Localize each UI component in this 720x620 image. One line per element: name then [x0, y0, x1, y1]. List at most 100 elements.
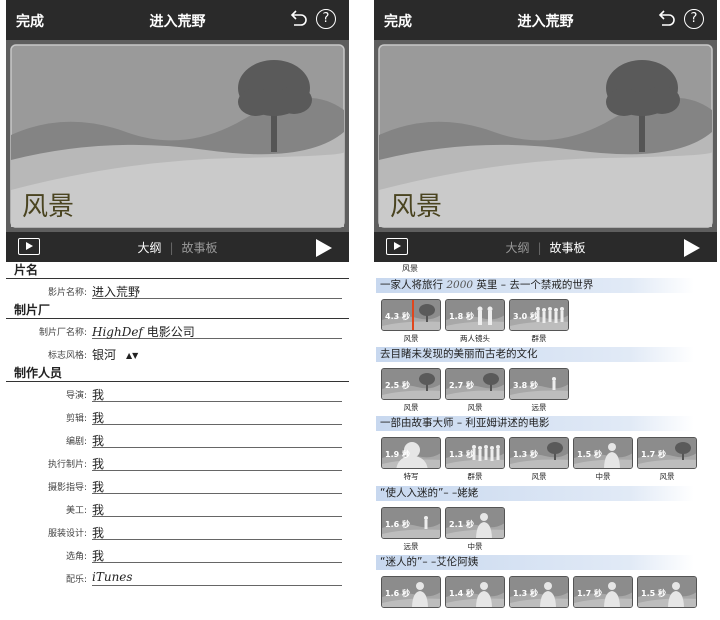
movie-name-field[interactable]: 进入荒野 — [92, 283, 342, 299]
form-row-movie-name: 影片名称: 进入荒野 — [6, 279, 349, 302]
clip-duration: 1.8 秒 — [449, 312, 474, 321]
banner-text: 去目睹未发现的美丽而古老的文化 — [380, 348, 538, 360]
logo-style-select[interactable]: 银河 ▲▼ — [92, 346, 152, 362]
banner-text: 一家人将旅行 — [380, 279, 447, 291]
preview-title: 风景 — [22, 192, 75, 222]
credit-value-field[interactable]: iTunes — [92, 570, 342, 586]
clip-thumbnail[interactable]: 1.6 秒 — [381, 507, 441, 539]
credit-label: 配乐: — [65, 575, 87, 585]
credit-value-field[interactable]: 我 — [92, 386, 342, 402]
clip-thumbnail[interactable]: 1.6 秒 — [381, 576, 441, 608]
storyboard: 风景 一家人将旅行 2000 英里 – 去一个禁戒的世界 4.3 秒风景 1.8 秒… — [374, 262, 717, 620]
project-settings-panel: 完成 进入荒野 ? 风景 大纲 | 故事板 片名 影片名称: 进入荒野 制片厂 … — [6, 0, 349, 620]
clip-duration: 2.5 秒 — [385, 381, 410, 390]
storyboard-title-banner[interactable]: 一家人将旅行 2000 英里 – 去一个禁戒的世界 — [376, 278, 694, 293]
view-control-bar: 大纲 | 故事板 — [374, 232, 717, 262]
clip-caption: 特写 — [403, 472, 419, 481]
storyboard-title-banner[interactable]: “迷人的”– –艾伦阿姨 — [376, 555, 694, 570]
studio-label: 制片厂名称: — [38, 328, 87, 338]
clip-caption: 风景 — [467, 403, 483, 412]
help-icon[interactable]: ? — [684, 9, 704, 29]
storyboard-panel: 完成 进入荒野 ? 风景 大纲|故事板 风景 一家人将旅行 2000 英里 — [374, 0, 717, 620]
clip-caption: 中景 — [595, 472, 611, 481]
clip-thumbnail[interactable]: 4.3 秒 — [381, 299, 441, 331]
credit-row: 美工: 我 — [6, 497, 349, 520]
credit-value-field[interactable]: 我 — [92, 547, 342, 563]
select-arrows-icon: ▲▼ — [126, 351, 139, 360]
clip-thumbnail[interactable]: 2.1 秒 — [445, 507, 505, 539]
clip-thumbnail[interactable]: 1.7 秒 — [637, 437, 697, 469]
clip-duration: 1.9 秒 — [385, 450, 410, 459]
clip-duration: 1.6 秒 — [385, 520, 410, 529]
outline-form: 片名 影片名称: 进入荒野 制片厂 制片厂名称: HighDef 电影公司 标志… — [6, 262, 349, 589]
credits-list: 导演: 我剪辑: 我编剧: 我执行制片: 我摄影指导: 我美工: 我服装设计: 我选角: 我配乐… — [6, 382, 349, 589]
section-cast: 制作人员 — [6, 365, 349, 382]
tab-outline[interactable]: 大纲 — [505, 241, 529, 255]
clip-caption: 两人镜头 — [460, 334, 490, 343]
clip-thumbnail[interactable]: 1.3 秒 — [509, 576, 569, 608]
clip-caption: 风景 — [531, 472, 547, 481]
credit-label: 美工: — [65, 506, 87, 516]
credit-row: 剪辑: 我 — [6, 405, 349, 428]
clip-thumbnail[interactable]: 3.0 秒 — [509, 299, 569, 331]
clip-caption: 风景 — [403, 334, 419, 343]
theme-preview: 风景 — [6, 40, 349, 232]
tab-outline[interactable]: 大纲 — [137, 241, 161, 255]
tab-storyboard[interactable]: 故事板 — [182, 241, 218, 255]
credit-row: 选角: 我 — [6, 543, 349, 566]
clip-thumbnail[interactable]: 1.8 秒 — [445, 299, 505, 331]
tab-storyboard[interactable]: 故事板 — [550, 241, 586, 255]
credit-value-field[interactable]: 我 — [92, 409, 342, 425]
credit-row: 配乐: iTunes — [6, 566, 349, 589]
clip-duration: 1.3 秒 — [449, 450, 474, 459]
studio-suffix-text: 电影公司 — [142, 325, 195, 339]
section-title: 片名 — [6, 262, 349, 279]
credit-row: 导演: 我 — [6, 382, 349, 405]
banner-text: “使人入迷的”– –姥姥 — [380, 487, 479, 499]
clip-duration: 1.7 秒 — [577, 589, 602, 598]
playhead[interactable] — [412, 300, 414, 330]
clip-duration: 2.1 秒 — [449, 520, 474, 529]
storyboard-title-banner[interactable]: “使人入迷的”– –姥姥 — [376, 486, 694, 501]
credit-row: 服装设计: 我 — [6, 520, 349, 543]
play-icon[interactable] — [684, 239, 700, 257]
clip-duration: 1.5 秒 — [641, 589, 666, 598]
credit-value-field[interactable]: 我 — [92, 524, 342, 540]
view-control-bar: 大纲 | 故事板 — [6, 232, 349, 262]
preview-title: 风景 — [390, 192, 443, 222]
play-icon[interactable] — [316, 239, 332, 257]
credit-value-field[interactable]: 我 — [92, 432, 342, 448]
section-studio: 制片厂 — [6, 302, 349, 319]
clip-thumbnail[interactable]: 1.9 秒 — [381, 437, 441, 469]
top-nav-bar: 完成 进入荒野 ? — [6, 0, 349, 40]
clip-thumbnail[interactable]: 2.7 秒 — [445, 368, 505, 400]
undo-icon[interactable] — [656, 9, 676, 29]
clip-duration: 3.0 秒 — [513, 312, 538, 321]
clip-caption: 风景 — [403, 403, 419, 412]
credit-row: 编剧: 我 — [6, 428, 349, 451]
clip-thumbnail[interactable]: 1.3 秒 — [445, 437, 505, 469]
credit-label: 摄影指导: — [47, 483, 87, 493]
credit-row: 执行制片: 我 — [6, 451, 349, 474]
clip-thumbnail[interactable]: 1.5 秒 — [637, 576, 697, 608]
studio-name-field[interactable]: HighDef 电影公司 — [92, 323, 342, 339]
clip-thumbnail[interactable]: 3.8 秒 — [509, 368, 569, 400]
credit-value-field[interactable]: 我 — [92, 501, 342, 517]
credit-value-field[interactable]: 我 — [92, 455, 342, 471]
undo-icon[interactable] — [288, 9, 308, 29]
clip-caption: 中景 — [467, 542, 483, 551]
movie-name-label: 影片名称: — [47, 288, 87, 298]
top-clip-caption: 风景 — [402, 264, 418, 273]
clip-thumbnail[interactable]: 1.3 秒 — [509, 437, 569, 469]
clip-thumbnail[interactable]: 2.5 秒 — [381, 368, 441, 400]
credit-label: 选角: — [65, 552, 87, 562]
help-icon[interactable]: ? — [316, 9, 336, 29]
storyboard-title-banner[interactable]: 一部由故事大师 – 利亚姆讲述的电影 — [376, 416, 694, 431]
clip-caption: 群景 — [531, 334, 547, 343]
storyboard-title-banner[interactable]: 去目睹未发现的美丽而古老的文化 — [376, 347, 694, 362]
clip-thumbnail[interactable]: 1.7 秒 — [573, 576, 633, 608]
clip-thumbnail[interactable]: 1.4 秒 — [445, 576, 505, 608]
clip-thumbnail[interactable]: 1.5 秒 — [573, 437, 633, 469]
credit-row: 摄影指导: 我 — [6, 474, 349, 497]
credit-value-field[interactable]: 我 — [92, 478, 342, 494]
